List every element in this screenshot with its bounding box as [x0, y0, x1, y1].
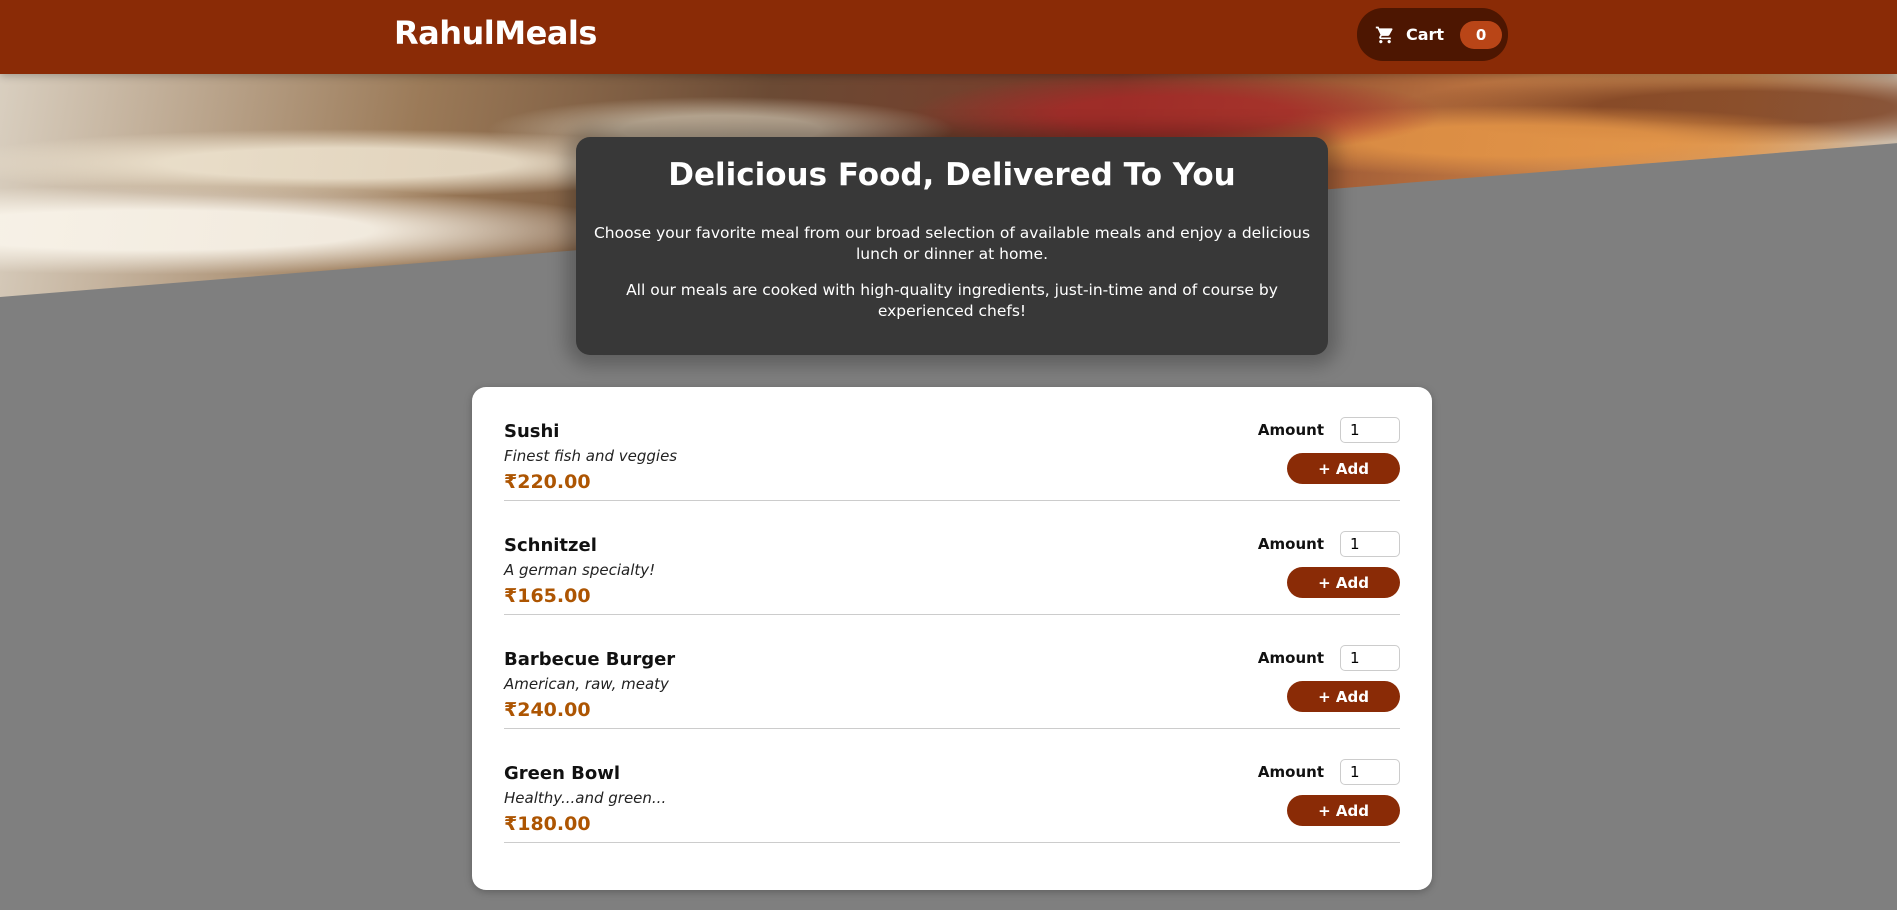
cart-label: Cart	[1406, 25, 1445, 44]
amount-row: Amount	[1258, 417, 1400, 443]
amount-input[interactable]	[1340, 531, 1400, 557]
add-to-cart-button[interactable]: + Add	[1287, 453, 1400, 484]
amount-label: Amount	[1257, 763, 1324, 781]
shopping-cart-icon	[1375, 26, 1393, 43]
meal-item: Sushi Finest fish and veggies ₹220.00 Am…	[504, 387, 1400, 501]
summary-paragraph: Choose your favorite meal from our broad…	[593, 224, 1311, 263]
meals-list: Sushi Finest fish and veggies ₹220.00 Am…	[472, 387, 1432, 890]
amount-row: Amount	[1258, 645, 1400, 671]
meal-price: ₹220.00	[504, 471, 591, 493]
meal-item: Green Bowl Healthy...and green... ₹180.0…	[504, 729, 1400, 843]
amount-input[interactable]	[1340, 759, 1400, 785]
amount-label: Amount	[1257, 535, 1324, 553]
meal-description: Finest fish and veggies	[504, 447, 678, 465]
add-to-cart-button[interactable]: + Add	[1287, 681, 1400, 712]
meal-description: Healthy...and green...	[504, 789, 667, 807]
amount-row: Amount	[1258, 531, 1400, 557]
meals-summary: Delicious Food, Delivered To You Choose …	[576, 137, 1328, 355]
amount-label: Amount	[1257, 421, 1324, 439]
amount-input[interactable]	[1340, 417, 1400, 443]
summary-paragraph: All our meals are cooked with high-quali…	[626, 281, 1278, 320]
add-to-cart-button[interactable]: + Add	[1287, 795, 1400, 826]
app-header: RahulMeals Cart 0	[0, 0, 1897, 74]
summary-title: Delicious Food, Delivered To You	[668, 157, 1236, 193]
amount-row: Amount	[1258, 759, 1400, 785]
app-logo: RahulMeals	[394, 14, 597, 52]
add-to-cart-button[interactable]: + Add	[1287, 567, 1400, 598]
cart-button[interactable]: Cart 0	[1357, 8, 1508, 61]
meal-description: A german specialty!	[504, 561, 656, 579]
amount-input[interactable]	[1340, 645, 1400, 671]
meal-item: Barbecue Burger American, raw, meaty ₹24…	[504, 615, 1400, 729]
meal-price: ₹240.00	[504, 699, 591, 721]
meal-price: ₹180.00	[504, 813, 591, 835]
amount-label: Amount	[1257, 649, 1324, 667]
meal-item: Schnitzel A german specialty! ₹165.00 Am…	[504, 501, 1400, 615]
cart-count-badge: 0	[1460, 20, 1503, 49]
meal-price: ₹165.00	[504, 585, 591, 607]
meal-description: American, raw, meaty	[504, 675, 669, 693]
